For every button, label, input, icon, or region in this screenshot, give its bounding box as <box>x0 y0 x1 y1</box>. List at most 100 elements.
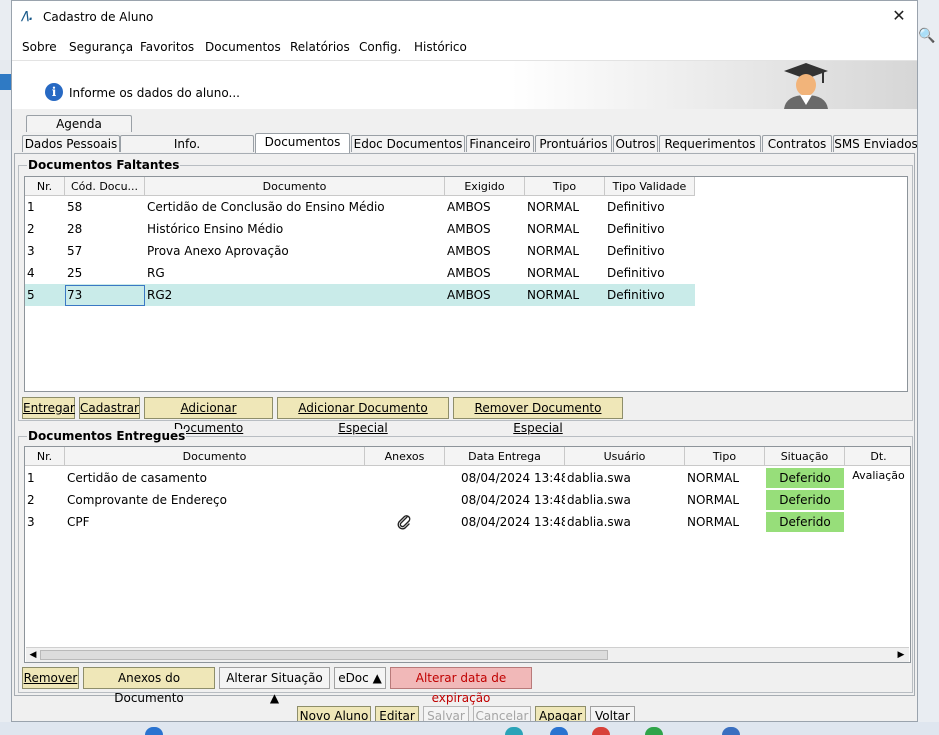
documentos-panel: Documentos Faltantes Nr. Cód. Docu... Do… <box>14 153 915 705</box>
col-situacao[interactable]: Situação <box>765 447 845 466</box>
tab-agenda-avaliacao[interactable]: Agenda Avaliação <box>26 115 132 148</box>
faltantes-grid[interactable]: Nr. Cód. Docu... Documento Exigido Tipo … <box>24 176 908 392</box>
scroll-left-icon[interactable]: ◀ <box>27 649 39 661</box>
cell-tipo: NORMAL <box>687 515 740 529</box>
cadastro-aluno-window: /\. Cadastro de Aluno ✕ Sobre Segurança … <box>11 0 918 722</box>
col-nr[interactable]: Nr. <box>25 447 65 466</box>
adicionar-documento-especial-button[interactable]: Adicionar Documento Especial <box>277 397 449 435</box>
taskbar-app-icon[interactable] <box>505 727 523 735</box>
col-tipo[interactable]: Tipo <box>685 447 765 466</box>
documentos-entregues-title: Documentos Entregues <box>27 429 187 443</box>
cancelar-button[interactable]: Cancelar <box>473 706 531 722</box>
voltar-label: Voltar <box>595 709 630 722</box>
tab-contratos[interactable]: Contratos <box>762 135 832 152</box>
tab-documentos[interactable]: Documentos <box>255 133 350 153</box>
remover-label: Remover <box>23 671 78 685</box>
cell-documento: Histórico Ensino Médio <box>147 222 284 236</box>
cell-documento: Certidão de Conclusão do Ensino Médio <box>147 200 385 214</box>
taskbar-app-icon[interactable] <box>592 727 610 735</box>
remover-documento-especial-button[interactable]: Remover Documento Especial <box>453 397 623 435</box>
close-icon[interactable]: ✕ <box>887 5 911 27</box>
start-icon[interactable] <box>145 727 163 735</box>
tab-prontuarios[interactable]: Prontuários <box>535 135 612 152</box>
cell-documento: RG2 <box>147 288 173 302</box>
anexos-documento-button[interactable]: Anexos do Documento <box>83 667 215 705</box>
menu-sobre[interactable]: Sobre <box>22 40 57 54</box>
tab-sms-enviados[interactable]: SMS Enviados <box>833 135 917 152</box>
documentos-entregues-group: Documentos Entregues Nr. Documento Anexo… <box>18 429 913 705</box>
graduate-avatar-icon <box>784 63 828 109</box>
apagar-label: Apagar <box>538 709 583 722</box>
cell-cod: 25 <box>67 266 83 280</box>
col-documento[interactable]: Documento <box>145 177 445 196</box>
cell-usuario: dablia.swa <box>567 493 631 507</box>
cell-exigido: AMBOS <box>447 244 491 258</box>
col-data-entrega[interactable]: Data Entrega <box>445 447 565 466</box>
menu-documentos[interactable]: Documentos <box>205 40 281 54</box>
anexos-documento-label: Anexos do Documento <box>114 671 184 705</box>
menu-historico[interactable]: Histórico <box>414 40 467 54</box>
scroll-right-icon[interactable]: ▶ <box>895 649 907 661</box>
tabs-row: Dados Pessoais Info. Complementares Docu… <box>22 133 917 168</box>
entregar-button[interactable]: Entregar <box>22 397 75 419</box>
remover-button[interactable]: Remover <box>22 667 79 689</box>
cell-data-entrega: 08/04/2024 13:48 <box>461 471 565 485</box>
cell-cod: 58 <box>67 200 83 214</box>
taskbar-app-icon[interactable] <box>550 727 568 735</box>
salvar-button[interactable]: Salvar <box>423 706 469 721</box>
editar-button[interactable]: Editar <box>375 706 419 722</box>
documentos-faltantes-group: Documentos Faltantes Nr. Cód. Docu... Do… <box>18 158 913 435</box>
taskbar-app-icon[interactable] <box>645 727 663 735</box>
novo-aluno-button[interactable]: Novo Aluno <box>297 706 371 721</box>
cancelar-label: Cancelar <box>475 709 529 722</box>
menu-bar: Sobre Segurança Favoritos Documentos Rel… <box>12 32 917 61</box>
taskbar-app-icon[interactable] <box>722 727 740 735</box>
tab-outros[interactable]: Outros <box>613 135 658 152</box>
menu-favoritos[interactable]: Favoritos <box>140 40 194 54</box>
alterar-situacao-dropdown[interactable]: Alterar Situação ▲ <box>219 667 330 705</box>
cell-nr: 3 <box>27 515 35 529</box>
col-tipo-validade[interactable]: Tipo Validade <box>605 177 695 196</box>
col-exigido[interactable]: Exigido <box>445 177 525 196</box>
cell-tipo-validade: Definitivo <box>607 222 665 236</box>
alterar-data-expiracao-button[interactable]: Alterar data de expiração <box>390 667 532 705</box>
apagar-button[interactable]: Apagar <box>535 706 586 722</box>
col-tipo[interactable]: Tipo <box>525 177 605 196</box>
edoc-dropdown[interactable]: eDoc ▲ <box>334 667 386 689</box>
menu-relatorios[interactable]: Relatórios <box>290 40 350 54</box>
tab-financeiro[interactable]: Financeiro <box>466 135 534 152</box>
adicionar-documento-button[interactable]: Adicionar Documento <box>144 397 273 435</box>
col-cod-documento[interactable]: Cód. Docu... <box>65 177 145 196</box>
cell-exigido: AMBOS <box>447 222 491 236</box>
tab-info-complementares[interactable]: Info. Complementares <box>120 135 254 168</box>
voltar-button[interactable]: Voltar <box>590 706 635 722</box>
tab-edoc-documentos[interactable]: Edoc Documentos <box>351 135 465 152</box>
horizontal-scrollbar[interactable]: ◀ ▶ <box>26 647 909 662</box>
tab-requerimentos[interactable]: Requerimentos <box>659 135 761 152</box>
editar-label: Editar <box>379 709 415 722</box>
cadastrar-button[interactable]: Cadastrar <box>79 397 140 419</box>
cell-tipo: NORMAL <box>527 244 580 258</box>
status-badge: Deferido <box>766 512 844 532</box>
search-icon[interactable]: 🔍 <box>918 28 939 48</box>
entregues-grid[interactable]: Nr. Documento Anexos Data Entrega Usuári… <box>24 446 911 663</box>
scrollbar-thumb[interactable] <box>40 650 608 660</box>
col-usuario[interactable]: Usuário <box>565 447 685 466</box>
tab-dados-pessoais[interactable]: Dados Pessoais <box>22 135 120 152</box>
menu-config[interactable]: Config. <box>359 40 401 54</box>
cell-cod: 28 <box>67 222 83 236</box>
col-nr[interactable]: Nr. <box>25 177 65 196</box>
menu-seguranca[interactable]: Segurança <box>69 40 133 54</box>
cell-data-entrega: 08/04/2024 13:48 <box>461 515 565 529</box>
col-anexos[interactable]: Anexos <box>365 447 445 466</box>
col-documento[interactable]: Documento <box>65 447 365 466</box>
cell-nr: 5 <box>27 288 35 302</box>
cell-exigido: AMBOS <box>447 200 491 214</box>
tabs-row-top: Agenda Avaliação <box>26 115 146 148</box>
paperclip-icon[interactable] <box>396 514 412 530</box>
status-badge: Deferido <box>766 468 844 488</box>
col-dt-avaliacao[interactable]: Dt. Avaliação <box>845 447 910 482</box>
info-icon: i <box>45 83 63 101</box>
cell-tipo: NORMAL <box>687 471 740 485</box>
remover-documento-especial-label: Remover Documento Especial <box>474 401 602 435</box>
